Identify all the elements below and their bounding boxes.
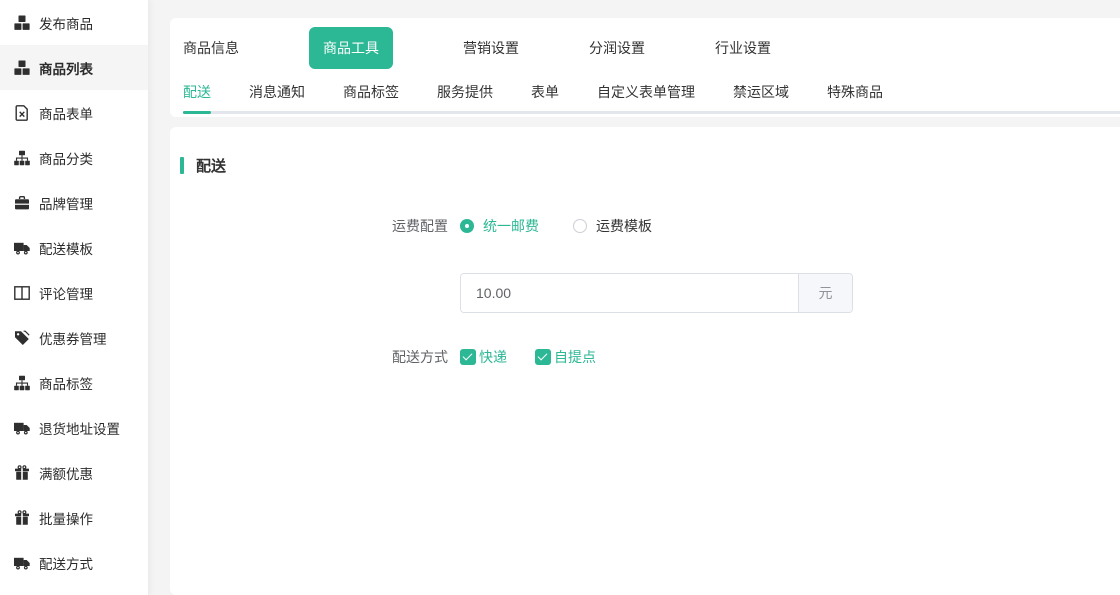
sidebar-item-full-discount[interactable]: 满额优惠 [0, 450, 148, 495]
delivery-checkbox-group: 快递 自提点 [460, 347, 596, 367]
delivery-form: 运费配置 统一邮费 运费模板 元 [180, 216, 1120, 367]
file-excel-icon [13, 104, 30, 121]
section-title-text: 配送 [196, 155, 226, 176]
main-tab-bar: 商品信息 商品工具 营销设置 分润设置 行业设置 [183, 28, 1120, 68]
delivery-method-row: 配送方式 快递 自提点 [180, 347, 1120, 367]
sidebar-item-goods-form[interactable]: 商品表单 [0, 90, 148, 135]
freight-unit-suffix: 元 [798, 274, 852, 312]
tab-goods-tools[interactable]: 商品工具 [309, 27, 393, 69]
sidebar-item-brand-manage[interactable]: 品牌管理 [0, 180, 148, 225]
sidebar-item-label: 商品分类 [39, 148, 93, 168]
sidebar-item-goods-list[interactable]: 商品列表 [0, 45, 148, 90]
checkbox-express[interactable]: 快递 [460, 347, 507, 367]
sidebar-item-label: 退货地址设置 [39, 418, 120, 438]
subtab-form[interactable]: 表单 [531, 82, 559, 111]
sitemap-icon [13, 374, 30, 391]
truck-icon [13, 554, 30, 571]
sidebar-item-label: 批量操作 [39, 508, 93, 528]
radio-selected-icon[interactable] [460, 219, 474, 233]
sidebar-item-label: 评论管理 [39, 283, 93, 303]
truck-icon [13, 419, 30, 436]
subtab-embargo-area[interactable]: 禁运区域 [733, 82, 789, 111]
freight-amount-input-group: 元 [460, 273, 853, 313]
tags-icon [13, 329, 30, 346]
tab-marketing-settings[interactable]: 营销设置 [463, 27, 519, 69]
freight-config-row: 运费配置 统一邮费 运费模板 [180, 216, 1120, 236]
radio-freight-template[interactable]: 运费模板 [573, 216, 652, 236]
sidebar-item-delivery-template[interactable]: 配送模板 [0, 225, 148, 270]
subtab-goods-tags[interactable]: 商品标签 [343, 82, 399, 111]
radio-unselected-icon[interactable] [573, 219, 587, 233]
sidebar-item-label: 满额优惠 [39, 463, 93, 483]
sidebar-item-publish-goods[interactable]: 发布商品 [0, 0, 148, 45]
gift-icon [13, 464, 30, 481]
sidebar-item-label: 商品表单 [39, 103, 93, 123]
subtab-delivery[interactable]: 配送 [183, 82, 211, 111]
sidebar-item-label: 发布商品 [39, 13, 93, 33]
sidebar-item-label: 商品标签 [39, 373, 93, 393]
gift-icon [13, 509, 30, 526]
sitemap-icon [13, 149, 30, 166]
sidebar-item-coupon-manage[interactable]: 优惠券管理 [0, 315, 148, 360]
sidebar-item-delivery-method[interactable]: 配送方式 [0, 540, 148, 585]
tab-goods-info[interactable]: 商品信息 [183, 27, 239, 69]
sidebar-item-comment-manage[interactable]: 评论管理 [0, 270, 148, 315]
subtab-message-notify[interactable]: 消息通知 [249, 82, 305, 111]
tabs-card: 商品信息 商品工具 营销设置 分润设置 行业设置 配送 消息通知 商品标签 服务… [170, 18, 1120, 117]
sidebar-item-label: 配送方式 [39, 553, 93, 573]
freight-config-label: 运费配置 [180, 216, 460, 236]
sub-tab-bar: 配送 消息通知 商品标签 服务提供 表单 自定义表单管理 禁运区域 特殊商品 [183, 82, 1120, 114]
subtab-special-goods[interactable]: 特殊商品 [827, 82, 883, 111]
checkbox-checked-icon[interactable] [460, 349, 476, 365]
main-area: 商品信息 商品工具 营销设置 分润设置 行业设置 配送 消息通知 商品标签 服务… [170, 0, 1120, 595]
sidebar-item-goods-tags[interactable]: 商品标签 [0, 360, 148, 405]
sidebar-item-label: 商品列表 [39, 58, 93, 78]
delivery-settings-panel: 配送 运费配置 统一邮费 运费模板 [170, 127, 1120, 595]
sidebar-item-goods-category[interactable]: 商品分类 [0, 135, 148, 180]
briefcase-icon [13, 194, 30, 211]
freight-radio-group: 统一邮费 运费模板 [460, 216, 652, 236]
checkbox-self-pickup[interactable]: 自提点 [535, 347, 596, 367]
sidebar-item-label: 优惠券管理 [39, 328, 107, 348]
sidebar-item-label: 配送模板 [39, 238, 93, 258]
checkbox-checked-icon[interactable] [535, 349, 551, 365]
columns-icon [13, 284, 30, 301]
truck-icon [13, 239, 30, 256]
subtab-service-provide[interactable]: 服务提供 [437, 82, 493, 111]
tab-profit-settings[interactable]: 分润设置 [589, 27, 645, 69]
freight-amount-input[interactable] [461, 274, 798, 312]
section-title: 配送 [180, 155, 1120, 176]
cubes-icon [13, 59, 30, 76]
tab-industry-settings[interactable]: 行业设置 [715, 27, 771, 69]
subtab-custom-form-manage[interactable]: 自定义表单管理 [597, 82, 695, 111]
section-title-bar [180, 157, 184, 174]
sidebar-item-batch-operation[interactable]: 批量操作 [0, 495, 148, 540]
sidebar-item-label: 品牌管理 [39, 193, 93, 213]
sidebar: 发布商品 商品列表 商品表单 商品分类 品牌管理 配送模板 评论管理 [0, 0, 149, 595]
freight-amount-row: 元 [180, 273, 1120, 313]
radio-uniform-postage[interactable]: 统一邮费 [460, 216, 539, 236]
cubes-icon [13, 14, 30, 31]
sidebar-item-return-address[interactable]: 退货地址设置 [0, 405, 148, 450]
delivery-method-label: 配送方式 [180, 347, 460, 367]
